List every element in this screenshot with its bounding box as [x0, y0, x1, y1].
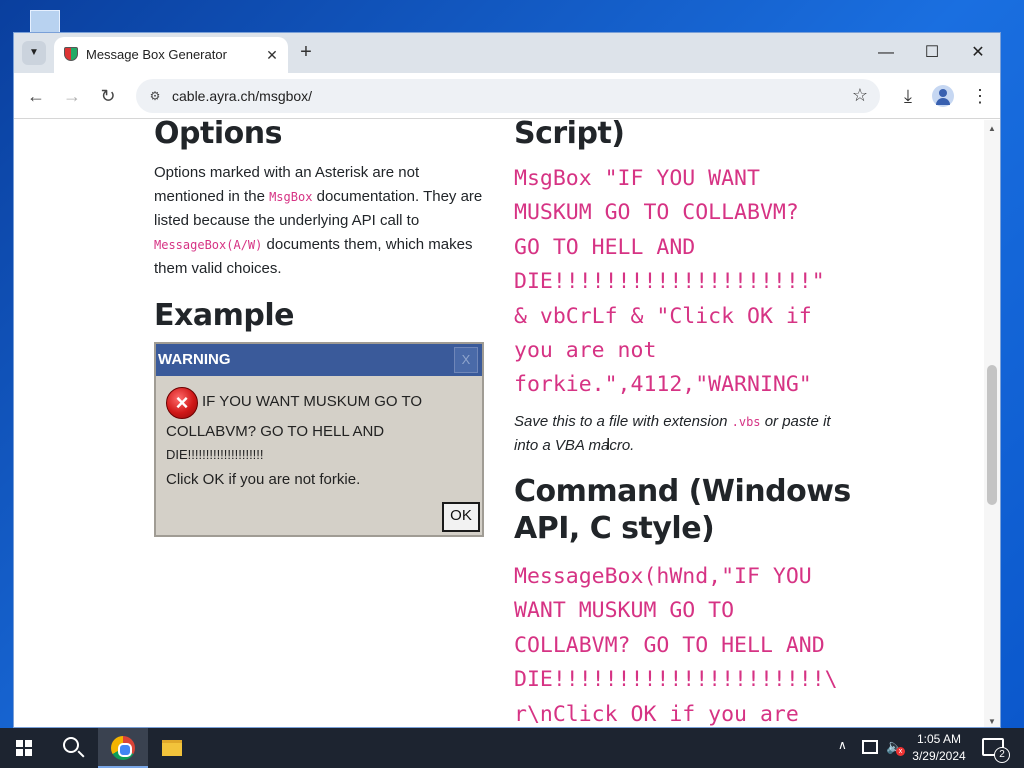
scrollbar-thumb[interactable] — [987, 365, 997, 505]
script-code-line: MUSKUM GO TO COLLABVM? — [514, 200, 799, 226]
note-text-1: Save this to a file with extension — [514, 413, 732, 430]
clock-date: 3/29/2024 — [912, 749, 966, 763]
windows-logo-icon — [16, 740, 32, 756]
script-code-line: MsgBox "IF YOU WANT — [514, 166, 760, 191]
script-heading: Script) — [514, 120, 625, 151]
site-favicon-icon — [64, 47, 78, 61]
url-text[interactable]: cable.ayra.ch/msgbox/ — [172, 88, 312, 104]
script-code-line: GO TO HELL AND — [514, 234, 696, 260]
vertical-scrollbar[interactable]: ▲ ▼ — [984, 120, 1000, 727]
script-note: Save this to a file with extension .vbs … — [514, 410, 854, 458]
new-tab-plus-icon[interactable]: + — [294, 41, 318, 65]
command-code-line: r\nClick OK if you are — [514, 701, 799, 727]
tab-title: Message Box Generator — [86, 47, 227, 62]
notification-count-badge: 2 — [994, 747, 1010, 763]
messagebox-code: MessageBox(A/W) — [154, 238, 263, 252]
address-bar[interactable]: ⚙ cable.ayra.ch/msgbox/ ☆ — [136, 79, 880, 113]
clock-time: 1:05 AM — [916, 732, 962, 746]
script-code-line: forkie.",4112,"WARNING" — [514, 372, 812, 398]
message-line-3: DIE!!!!!!!!!!!!!!!!!!!!! — [166, 447, 264, 462]
command-code-block: MessageBox(hWnd,"IF YOU WANT MUSKUM GO T… — [514, 560, 838, 727]
vbs-extension-code: .vbs — [731, 415, 761, 429]
message-box-close-button[interactable]: X — [454, 347, 478, 373]
options-paragraph: Options marked with an Asterisk are not … — [154, 161, 486, 281]
chrome-icon — [111, 736, 135, 760]
example-heading: Example — [154, 298, 294, 333]
site-info-icon[interactable]: ⚙ — [146, 87, 164, 105]
start-button[interactable] — [0, 728, 48, 768]
script-code-line: DIE!!!!!!!!!!!!!!!!!!!!" — [514, 269, 825, 295]
page-viewport: Options Options marked with an Asterisk … — [14, 120, 1000, 727]
script-code-line: you are not — [514, 338, 657, 364]
message-line-4: Click OK if you are not forkie. — [166, 471, 361, 488]
close-window-button[interactable]: ✕ — [958, 39, 998, 67]
search-icon — [63, 737, 79, 753]
error-icon: × — [166, 387, 198, 419]
message-line-1: IF YOU WANT MUSKUM GO TO — [202, 393, 423, 410]
reload-icon[interactable]: ↻ — [94, 82, 122, 110]
command-heading-line-2: API, C style) — [514, 511, 715, 546]
scroll-up-arrow-icon[interactable]: ▲ — [984, 122, 1000, 136]
command-code-line: DIE!!!!!!!!!!!!!!!!!!!!!\ — [514, 667, 838, 693]
command-code-line: COLLABVM? GO TO HELL AND — [514, 632, 825, 658]
tab-search-chevron-icon[interactable]: ▼ — [22, 41, 46, 65]
taskbar-clock[interactable]: 1:05 AM 3/29/2024 — [906, 731, 972, 765]
tray-chevron-up-icon[interactable]: ∧ — [838, 738, 847, 752]
minimize-button[interactable]: — — [866, 39, 906, 67]
menu-kebab-icon[interactable]: ⋮ — [966, 82, 994, 110]
message-box-ok-button[interactable]: OK — [442, 502, 480, 532]
tab-strip: ▼ Message Box Generator ✕ + — ☐ ✕ — [14, 33, 1000, 73]
message-box-title: WARNING — [158, 351, 231, 368]
tab-close-icon[interactable]: ✕ — [262, 45, 282, 65]
browser-window: ▼ Message Box Generator ✕ + — ☐ ✕ ← → ↻ … — [13, 32, 1001, 728]
folder-icon — [162, 740, 182, 756]
tab-message-box-generator[interactable]: Message Box Generator ✕ — [54, 37, 288, 73]
message-line-2: COLLABVM? GO TO HELL AND — [166, 423, 385, 440]
script-code-block: MsgBox "IF YOU WANT MUSKUM GO TO COLLABV… — [514, 162, 825, 403]
scroll-down-arrow-icon[interactable]: ▼ — [984, 715, 1000, 727]
taskbar-file-explorer-button[interactable] — [148, 728, 196, 768]
profile-avatar-icon[interactable] — [932, 85, 954, 107]
command-code-line: MessageBox(hWnd,"IF YOU — [514, 564, 812, 589]
bookmark-star-icon[interactable]: ☆ — [852, 85, 868, 106]
example-message-box: WARNING X × IF YOU WANT MUSKUM GO TO COL… — [154, 342, 484, 537]
message-box-titlebar: WARNING X — [156, 344, 482, 376]
command-code-line: WANT MUSKUM GO TO — [514, 598, 735, 624]
msgbox-code: MsgBox — [269, 190, 313, 204]
browser-toolbar: ← → ↻ ⚙ cable.ayra.ch/msgbox/ ☆ ⤓ ⋮ — [14, 73, 1000, 119]
network-icon[interactable] — [862, 740, 878, 754]
text-cursor-icon: I — [606, 436, 611, 453]
maximize-button[interactable]: ☐ — [912, 39, 952, 67]
options-heading: Options — [154, 120, 282, 151]
back-arrow-icon[interactable]: ← — [22, 82, 50, 110]
volume-muted-badge-icon: x — [896, 747, 905, 756]
script-code-line: & vbCrLf & "Click OK if — [514, 303, 812, 329]
taskbar: ∧ 🔈 x 1:05 AM 3/29/2024 2 — [0, 728, 1024, 768]
taskbar-search-button[interactable] — [48, 728, 96, 768]
command-heading-line-1: Command (Windows — [514, 474, 851, 509]
download-icon[interactable]: ⤓ — [894, 82, 922, 110]
forward-arrow-icon[interactable]: → — [58, 82, 86, 110]
taskbar-chrome-button[interactable] — [98, 728, 148, 768]
